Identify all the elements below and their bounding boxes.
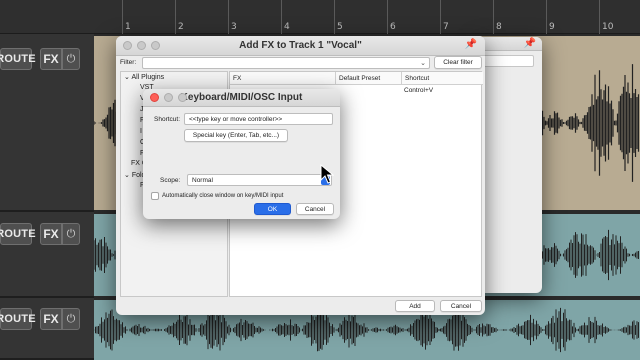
zoom-window-icon[interactable] bbox=[178, 93, 187, 102]
ruler-label: 7 bbox=[443, 22, 449, 32]
tree-item-all-plugins[interactable]: ⌄ All Plugins bbox=[124, 73, 164, 81]
scope-select[interactable]: Normal bbox=[187, 174, 332, 186]
close-window-icon[interactable] bbox=[123, 41, 132, 50]
minimize-window-icon[interactable] bbox=[164, 93, 173, 102]
filter-input[interactable]: ⌄ bbox=[142, 57, 430, 69]
column-header-default-preset[interactable]: Default Preset bbox=[336, 72, 402, 85]
add-fx-titlebar: Add FX to Track 1 "Vocal" 📌 bbox=[116, 36, 485, 56]
ruler-tick bbox=[387, 0, 388, 34]
ruler-tick bbox=[546, 0, 547, 34]
ok-button[interactable]: OK bbox=[254, 203, 291, 215]
background-window: 📌 bbox=[478, 37, 542, 293]
background-window-titlebar: 📌 bbox=[478, 37, 542, 51]
ruler-label: 10 bbox=[602, 22, 614, 32]
ruler-label: 9 bbox=[549, 22, 555, 32]
ruler-label: 4 bbox=[284, 22, 290, 32]
dialog-titlebar: Keyboard/MIDI/OSC Input bbox=[143, 89, 340, 107]
tree-item[interactable]: I bbox=[140, 128, 142, 135]
fx-button[interactable]: FX bbox=[40, 48, 62, 70]
column-header-fx[interactable]: FX bbox=[230, 72, 336, 85]
pin-icon[interactable]: 📌 bbox=[524, 38, 536, 49]
ruler-label: 5 bbox=[337, 22, 343, 32]
add-fx-title: Add FX to Track 1 "Vocal" bbox=[239, 40, 362, 51]
ruler-tick bbox=[334, 0, 335, 34]
ruler-tick bbox=[599, 0, 600, 34]
ruler-tick bbox=[175, 0, 176, 34]
fx-button[interactable]: FX bbox=[40, 308, 62, 330]
filter-label: Filter: bbox=[120, 59, 137, 66]
close-window-icon[interactable] bbox=[150, 93, 159, 102]
window-controls bbox=[150, 93, 187, 102]
pin-icon[interactable]: 📌 bbox=[465, 39, 477, 50]
ruler-label: 1 bbox=[125, 22, 131, 32]
add-button[interactable]: Add bbox=[395, 300, 435, 312]
chevron-down-icon[interactable]: ⌄ bbox=[124, 74, 130, 81]
ruler-tick bbox=[281, 0, 282, 34]
mouse-cursor-icon bbox=[320, 164, 334, 184]
ruler-label: 2 bbox=[178, 22, 184, 32]
cancel-button[interactable]: Cancel bbox=[440, 300, 482, 312]
scope-value: Normal bbox=[192, 176, 213, 184]
shortcut-input[interactable]: <<type key or move controller>> bbox=[184, 113, 333, 125]
background-window-field bbox=[482, 55, 534, 67]
route-button[interactable]: ROUTE bbox=[0, 308, 36, 330]
clear-filter-button[interactable]: Clear filter bbox=[434, 56, 482, 69]
autoclose-label: Automatically close window on key/MIDI i… bbox=[162, 193, 284, 199]
cancel-button[interactable]: Cancel bbox=[296, 203, 334, 215]
minimize-window-icon[interactable] bbox=[137, 41, 146, 50]
zoom-window-icon[interactable] bbox=[151, 41, 160, 50]
ruler-tick bbox=[493, 0, 494, 34]
ruler-label: 8 bbox=[496, 22, 502, 32]
scope-label: Scope: bbox=[160, 177, 181, 184]
keyboard-midi-osc-dialog: Keyboard/MIDI/OSC Input Shortcut: <<type… bbox=[143, 89, 340, 219]
ruler-label: 6 bbox=[390, 22, 396, 32]
fx-bypass-power-icon[interactable]: ⏻ bbox=[62, 308, 80, 330]
autoclose-checkbox[interactable] bbox=[151, 192, 159, 200]
timeline-ruler[interactable]: 1 2 3 4 5 6 7 8 9 10 bbox=[0, 0, 640, 34]
ruler-tick bbox=[122, 0, 123, 34]
column-header-shortcut[interactable]: Shortcut bbox=[402, 72, 483, 85]
route-button[interactable]: ROUTE bbox=[0, 223, 36, 245]
fx-bypass-power-icon[interactable]: ⏻ bbox=[62, 223, 80, 245]
fx-button[interactable]: FX bbox=[40, 223, 62, 245]
window-controls bbox=[123, 41, 160, 50]
special-key-button[interactable]: Special key (Enter, Tab, etc...) bbox=[184, 129, 288, 142]
ruler-tick bbox=[440, 0, 441, 34]
reaper-daw-screen: 1 2 3 4 5 6 7 8 9 10 ROUTE FX ⏻ ROUTE FX ⏻ ROUTE … bbox=[0, 0, 640, 360]
route-button[interactable]: ROUTE bbox=[0, 48, 36, 70]
ruler-tick bbox=[228, 0, 229, 34]
chevron-down-icon[interactable]: ⌄ bbox=[420, 59, 426, 67]
fx-bypass-power-icon[interactable]: ⏻ bbox=[62, 48, 80, 70]
shortcut-label: Shortcut: bbox=[154, 116, 181, 123]
shortcut-cell: Control+V bbox=[404, 87, 434, 94]
dialog-title: Keyboard/MIDI/OSC Input bbox=[180, 92, 303, 103]
ruler-label: 3 bbox=[231, 22, 237, 32]
chevron-down-icon[interactable]: ⌄ bbox=[124, 172, 130, 179]
